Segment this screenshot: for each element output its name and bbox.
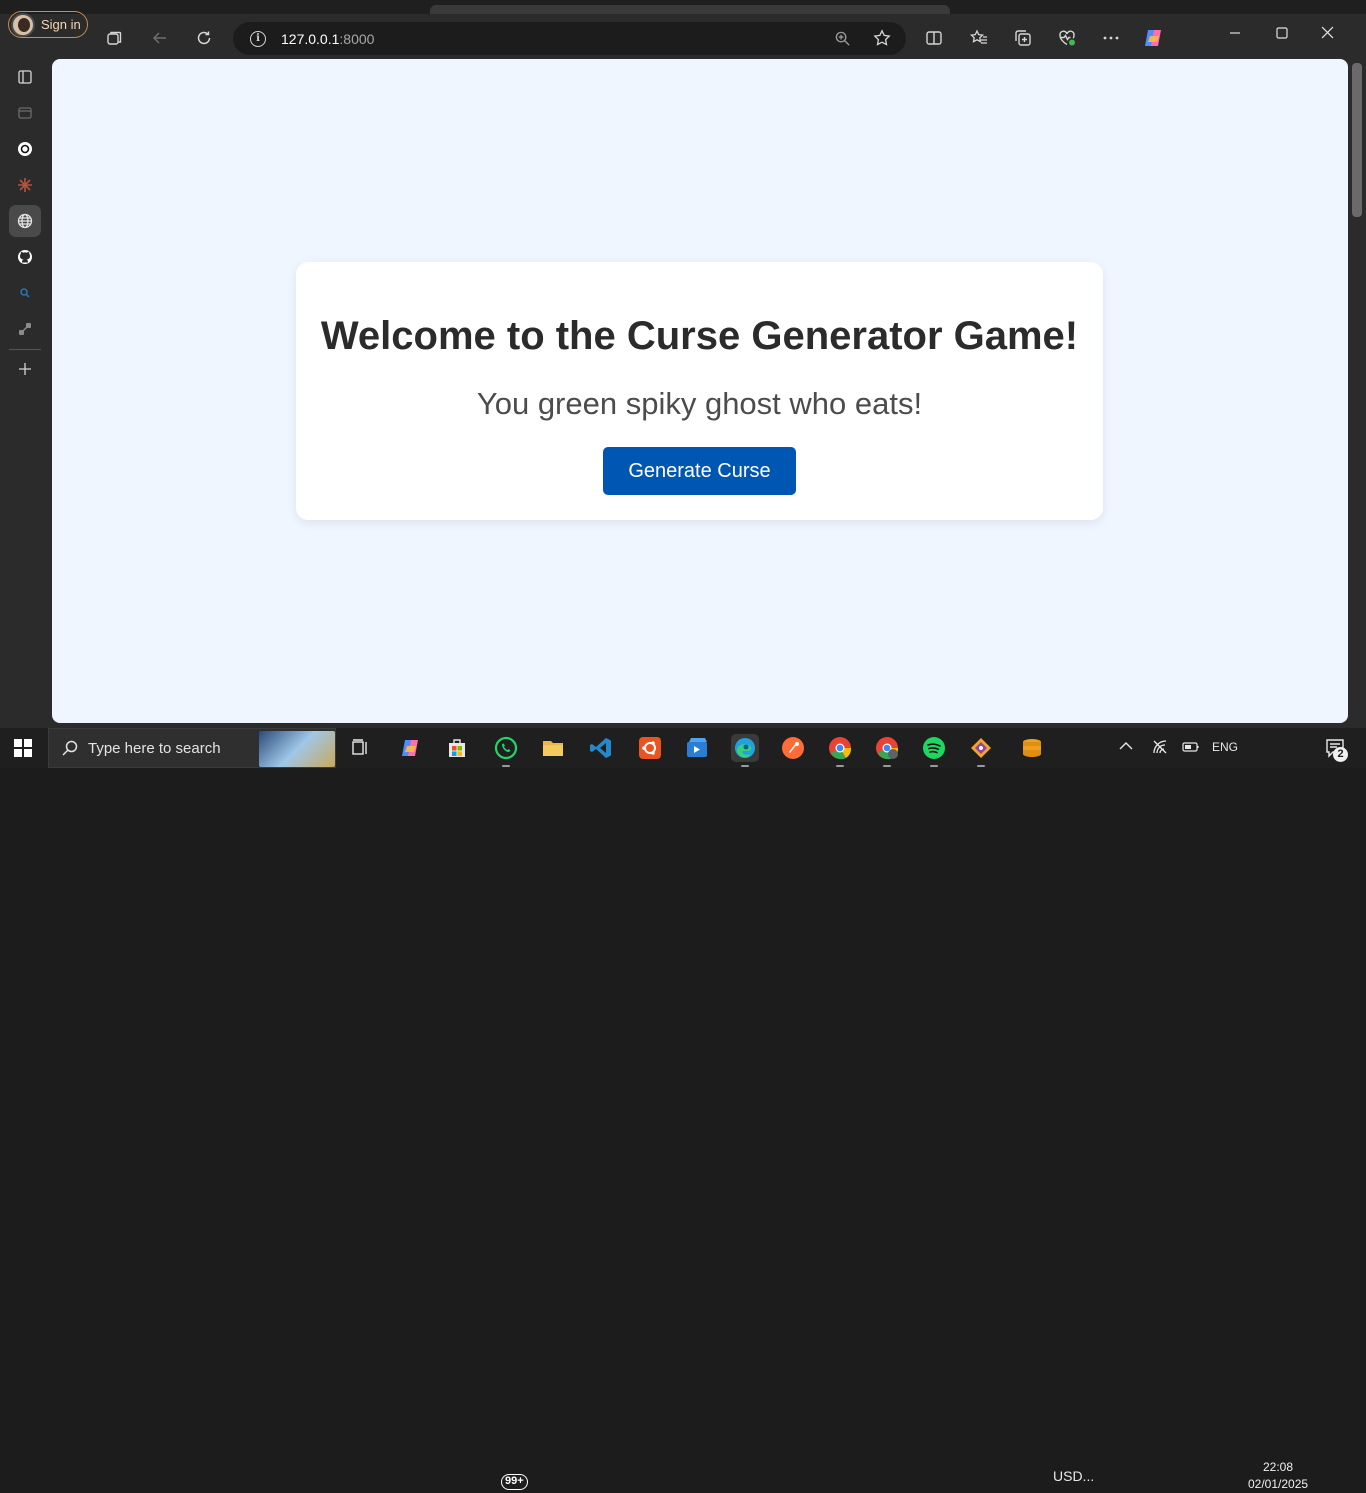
browser-window: Sign in i 127.0.0.1:8000 Welcome to the … (0, 0, 1366, 728)
clock-time: 22:08 (1262, 1460, 1294, 1474)
usd-widget-label[interactable]: USD... (1053, 1468, 1094, 1484)
url-port: :8000 (339, 30, 375, 47)
taskbar: Type here to search 99+ USD... ENG 22:08… (0, 728, 1366, 1491)
whatsapp-icon[interactable] (492, 734, 520, 767)
split-screen-icon[interactable] (922, 26, 946, 50)
web-page-content: Welcome to the Curse Generator Game! You… (52, 59, 1348, 723)
currency-widget-icon[interactable] (1018, 734, 1046, 762)
copilot-icon[interactable] (1141, 26, 1165, 50)
clock-date: 02/01/2025 (1248, 1477, 1309, 1491)
sidebar-item-tabs[interactable] (9, 97, 41, 129)
sidebar-item-search[interactable] (9, 277, 41, 309)
game-card: Welcome to the Curse Generator Game! You… (296, 262, 1103, 520)
language-indicator[interactable]: ENG (1212, 740, 1238, 754)
network-icon[interactable] (1152, 740, 1168, 757)
minimize-icon[interactable] (1229, 26, 1241, 44)
file-explorer-icon[interactable] (539, 734, 567, 762)
url-host: 127.0.0.1 (281, 30, 340, 47)
git-kraken-icon[interactable] (967, 734, 995, 767)
close-icon[interactable] (1321, 26, 1334, 44)
notification-count-badge: 2 (1333, 747, 1348, 762)
search-placeholder: Type here to search (88, 739, 221, 757)
search-icon (62, 740, 78, 756)
whatsapp-unread-badge: 99+ (501, 1474, 528, 1490)
favorites-icon[interactable] (967, 26, 991, 50)
task-view-icon[interactable] (346, 734, 374, 762)
edge-browser-icon[interactable] (731, 734, 759, 767)
sidebar-item-claude[interactable] (9, 169, 41, 201)
taskbar-clock[interactable]: 22:08 02/01/2025 (1248, 1459, 1308, 1493)
show-hidden-icons-chevron-icon[interactable] (1119, 740, 1133, 754)
chrome-icon[interactable] (826, 734, 854, 767)
page-title: Welcome to the Curse Generator Game! (320, 314, 1079, 358)
sidebar-item-chatgpt[interactable] (9, 133, 41, 165)
sidebar-panel-icon[interactable] (9, 61, 41, 93)
refresh-icon[interactable] (192, 26, 216, 50)
spotify-icon[interactable] (920, 734, 948, 767)
browser-sidebar (0, 58, 50, 728)
sidebar-item-github[interactable] (9, 241, 41, 273)
copilot-app-icon[interactable] (396, 734, 424, 762)
zoom-icon[interactable] (834, 30, 851, 52)
curse-text: You green spiky ghost who eats! (476, 386, 923, 421)
ubuntu-icon[interactable] (636, 734, 664, 762)
maximize-icon[interactable] (1276, 26, 1288, 44)
collections-icon[interactable] (1011, 26, 1035, 50)
back-icon[interactable] (148, 26, 172, 50)
search-highlight-image (259, 731, 335, 767)
url-text[interactable]: 127.0.0.1:8000 (281, 31, 374, 47)
sidebar-item-tools[interactable] (9, 313, 41, 345)
sign-in-button[interactable]: Sign in (8, 11, 88, 38)
favorite-star-icon[interactable] (873, 29, 891, 52)
add-icon[interactable] (9, 353, 41, 385)
tab-strip[interactable] (430, 5, 950, 14)
battery-icon[interactable] (1182, 741, 1200, 756)
more-options-icon[interactable] (1099, 26, 1123, 50)
chrome-profile-icon[interactable] (873, 734, 901, 767)
postman-icon[interactable] (779, 734, 807, 762)
windows-start-icon[interactable] (14, 739, 32, 757)
scrollbar[interactable] (1352, 63, 1362, 217)
window-top-strip (0, 0, 1366, 14)
sidebar-divider (9, 349, 41, 350)
browser-essentials-icon[interactable] (1055, 26, 1079, 50)
site-info-icon[interactable]: i (250, 30, 266, 47)
microsoft-store-icon[interactable] (443, 734, 471, 762)
taskbar-search-box[interactable]: Type here to search (48, 728, 336, 768)
generate-curse-button[interactable]: Generate Curse (603, 447, 796, 495)
sign-in-label: Sign in (41, 17, 81, 32)
vscode-icon[interactable] (587, 734, 615, 762)
media-player-icon[interactable] (684, 734, 712, 762)
workspaces-icon[interactable] (102, 26, 126, 50)
avatar (11, 12, 35, 37)
sidebar-item-globe[interactable] (9, 205, 41, 237)
address-bar[interactable]: i 127.0.0.1:8000 (233, 22, 906, 55)
